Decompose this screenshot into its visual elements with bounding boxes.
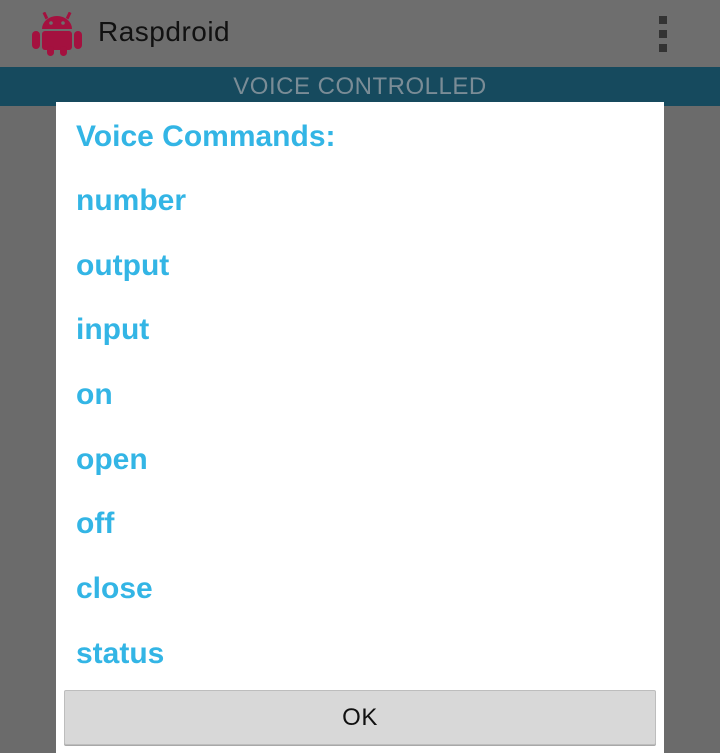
- action-bar: Raspdroid: [0, 0, 720, 67]
- voice-commands-dialog: Voice Commands: number output input on o…: [56, 102, 664, 753]
- command-list: number output input on open off close st…: [76, 184, 636, 702]
- command-item-output: output: [76, 248, 170, 282]
- command-item-number: number: [76, 184, 187, 217]
- dialog-title: Voice Commands:: [76, 120, 336, 153]
- app-title: Raspdroid: [98, 16, 231, 47]
- overflow-menu-icon[interactable]: [650, 16, 676, 52]
- command-item-on: on: [76, 378, 113, 412]
- command-item-open: open: [76, 442, 148, 476]
- command-item-close: close: [76, 572, 153, 606]
- android-robot-icon: [30, 11, 84, 56]
- ok-button[interactable]: OK: [64, 690, 656, 745]
- overflow-dot: [659, 16, 667, 24]
- command-item-off: off: [76, 507, 115, 541]
- overflow-dot: [659, 30, 667, 38]
- overflow-dot: [659, 44, 667, 52]
- mode-banner: VOICE CONTROLLED: [0, 67, 720, 106]
- screen: Raspdroid VOICE CONTROLLED Voice Command…: [0, 0, 720, 753]
- command-item-input: input: [76, 313, 150, 347]
